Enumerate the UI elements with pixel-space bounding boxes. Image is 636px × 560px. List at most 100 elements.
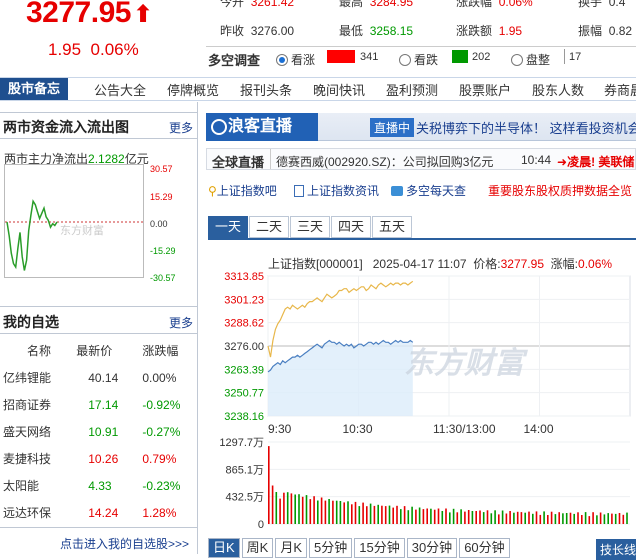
nav-head[interactable]: 股市备忘 xyxy=(0,78,68,100)
flow-y-tick: 30.57 xyxy=(150,164,173,174)
volume-bar xyxy=(498,514,500,524)
divider xyxy=(0,306,197,307)
flow-y-tick: 0.00 xyxy=(150,219,168,229)
link-pledge-data[interactable]: 重要股东股权质押数据全览 xyxy=(488,182,632,199)
nav-item[interactable]: 券商晨报 xyxy=(604,80,636,99)
tab-5-day[interactable]: 五天 xyxy=(372,216,412,238)
nav-item[interactable]: 股东人数 xyxy=(532,80,584,99)
tab-weekly-k[interactable]: 周K xyxy=(241,538,274,558)
survey-flat-option[interactable]: 盘整 xyxy=(511,51,550,68)
volume-bar xyxy=(452,508,455,524)
nav-item[interactable]: 晚间快讯 xyxy=(313,80,365,99)
stock-name[interactable]: 远达环保 xyxy=(0,499,70,526)
nav-item[interactable]: 股票账户 xyxy=(459,80,511,99)
volume-bar xyxy=(520,512,523,524)
link-index-bar[interactable]: ⚲上证指数吧 xyxy=(208,182,277,199)
column-header: 名称 xyxy=(27,344,52,358)
watchlist-enter-link[interactable]: 点击进入我的自选股>>> xyxy=(60,535,189,552)
volume-bar xyxy=(358,506,361,524)
stat-amplitude: 振幅 0.82 xyxy=(578,24,633,38)
live-headline-link[interactable]: 关税博弈下的半导体！ 这样看投资机会？ xyxy=(416,118,636,137)
tab-4-day[interactable]: 四天 xyxy=(331,216,371,238)
volume-bar xyxy=(449,512,451,524)
stock-price: 10.26 xyxy=(88,451,119,466)
tab-monthly-k[interactable]: 月K xyxy=(275,538,308,558)
nav-item[interactable]: 报刊头条 xyxy=(240,80,292,99)
tab-5min[interactable]: 5分钟 xyxy=(309,538,353,558)
y-tick-label: 3276.00 xyxy=(224,341,264,353)
watchlist-title: 我的自选 xyxy=(3,314,59,330)
ticker-extra-link[interactable]: ➜凌晨! 美联储 xyxy=(557,153,634,170)
nav-item[interactable]: 盈利预测 xyxy=(386,80,438,99)
volume-bar xyxy=(437,508,440,524)
flow-y-tick: -15.29 xyxy=(150,246,176,256)
column-header: 最新价 xyxy=(76,344,113,358)
table-row[interactable]: 亿纬锂能 40.14 0.00% xyxy=(0,364,197,391)
volume-bar xyxy=(460,509,462,524)
volume-bar xyxy=(475,511,477,524)
flow-more-link[interactable]: 更多 xyxy=(169,119,193,136)
tab-3-day[interactable]: 三天 xyxy=(290,216,330,238)
tab-1-day[interactable]: 一天 xyxy=(208,216,248,238)
volume-tick-label: 1297.7万 xyxy=(219,437,264,449)
table-row[interactable]: 太阳能 4.33 -0.23% xyxy=(0,472,197,499)
stock-name[interactable]: 麦捷科技 xyxy=(0,445,70,472)
tab-daily-k[interactable]: 日K xyxy=(208,538,240,558)
table-row[interactable]: 招商证券 17.14 -0.92% xyxy=(0,391,197,418)
survey-bear-option[interactable]: 看跌 xyxy=(399,51,438,68)
volume-bar xyxy=(286,492,289,524)
volume-bar xyxy=(486,510,489,524)
stat-prev-close: 昨收 3276.00 xyxy=(220,24,295,38)
y-tick-label: 3301.23 xyxy=(224,294,264,306)
tab-15min[interactable]: 15分钟 xyxy=(354,538,405,558)
volume-bar xyxy=(581,515,583,524)
stock-name[interactable]: 盛天网络 xyxy=(0,418,70,445)
y-tick-label: 3263.39 xyxy=(224,364,264,376)
stock-name[interactable]: 太阳能 xyxy=(0,472,70,499)
volume-bar xyxy=(584,512,587,524)
nav-item[interactable]: 停牌概览 xyxy=(167,80,219,99)
volume-bar xyxy=(347,501,349,524)
stock-name[interactable]: 招商证券 xyxy=(0,391,70,418)
volume-bar xyxy=(550,511,553,524)
volume-bar xyxy=(565,513,568,524)
stock-name[interactable]: 亿纬锂能 xyxy=(0,364,70,391)
volume-bar xyxy=(373,505,376,524)
y-tick-label: 3250.77 xyxy=(224,388,264,400)
tab-60min[interactable]: 60分钟 xyxy=(459,538,510,558)
volume-bar xyxy=(456,512,459,524)
flow-y-tick: -30.57 xyxy=(150,273,176,283)
table-row[interactable]: 远达环保 14.24 1.28% xyxy=(0,499,197,526)
link-daily-check[interactable]: 多空每天查 xyxy=(391,182,466,199)
chart-watermark: 东方财富 xyxy=(404,347,524,380)
tab-30min[interactable]: 30分钟 xyxy=(406,538,458,558)
volume-bar xyxy=(482,512,485,524)
volume-bar xyxy=(377,504,379,524)
stock-pct: 1.28% xyxy=(142,505,177,520)
link-index-news[interactable]: 上证指数资讯 xyxy=(294,182,379,199)
volume-bar xyxy=(351,504,353,524)
volume-bar xyxy=(573,513,575,524)
tab-2-day[interactable]: 二天 xyxy=(249,216,289,238)
volume-bar xyxy=(479,510,481,524)
volume-bar xyxy=(524,512,526,524)
table-row[interactable]: 麦捷科技 10.26 0.79% xyxy=(0,445,197,472)
volume-bar xyxy=(494,510,496,524)
volume-bar xyxy=(283,492,285,524)
radio-icon xyxy=(511,54,523,66)
nav-item[interactable]: 公告大全 xyxy=(94,80,146,99)
volume-bar xyxy=(335,500,338,524)
stock-pct: 0.79% xyxy=(142,451,177,466)
stock-pct: 0.00% xyxy=(142,370,177,385)
volume-bar xyxy=(290,493,293,524)
long-term-button[interactable]: 技长线 xyxy=(596,539,636,560)
survey-bull-option[interactable]: 看涨 xyxy=(276,51,315,68)
volume-bar xyxy=(528,511,530,524)
volume-tick-label: 432.5万 xyxy=(225,492,264,504)
watchlist-more-link[interactable]: 更多 xyxy=(169,314,193,331)
table-row[interactable]: 盛天网络 10.91 -0.27% xyxy=(0,418,197,445)
stock-price: 14.24 xyxy=(88,505,119,520)
volume-bar xyxy=(618,513,621,524)
ticker-news-link[interactable]: 德赛西威(002920.SZ)：公司拟回购3亿元 xyxy=(276,153,493,170)
volume-bar xyxy=(577,512,579,524)
